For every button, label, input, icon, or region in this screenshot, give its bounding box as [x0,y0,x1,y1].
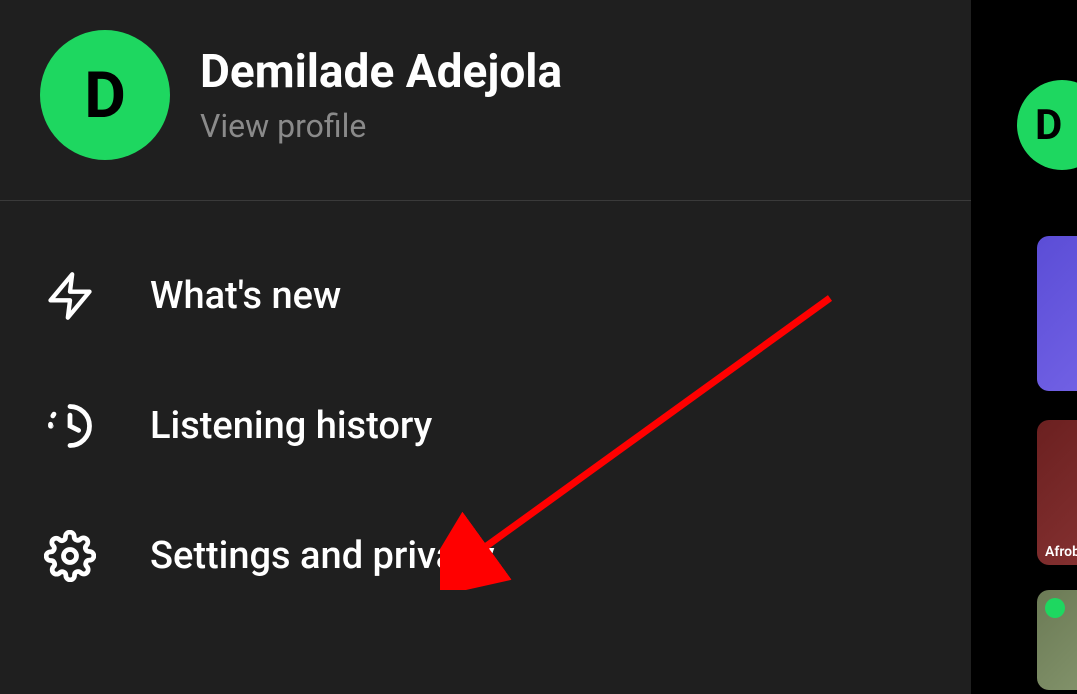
menu-item-settings-privacy[interactable]: Settings and privacy [0,491,971,621]
view-profile-link[interactable]: View profile [200,107,562,145]
mini-avatar[interactable]: D [1017,80,1077,170]
avatar-initial: D [84,58,126,133]
profile-section[interactable]: D Demilade Adejola View profile [0,0,971,201]
avatar[interactable]: D [40,30,170,160]
menu-label: Listening history [150,404,432,448]
album-tile-label: Afrobe [1045,544,1077,560]
lightning-icon [40,266,100,326]
album-tile[interactable]: Afrobe [1037,420,1077,565]
menu-item-whats-new[interactable]: What's new [0,231,971,361]
profile-text: Demilade Adejola View profile [200,45,562,145]
menu-label: Settings and privacy [150,534,495,578]
settings-panel: D Demilade Adejola View profile What's n… [0,0,971,694]
album-tile[interactable] [1037,590,1077,690]
menu-list: What's new Listening history Setting [0,201,971,651]
clock-icon [40,396,100,456]
background-strip: D Afrobe [971,0,1077,694]
menu-label: What's new [150,274,341,318]
album-tile[interactable] [1037,236,1077,391]
menu-item-listening-history[interactable]: Listening history [0,361,971,491]
profile-name: Demilade Adejola [200,45,562,99]
mini-avatar-initial: D [1035,101,1062,150]
gear-icon [40,526,100,586]
